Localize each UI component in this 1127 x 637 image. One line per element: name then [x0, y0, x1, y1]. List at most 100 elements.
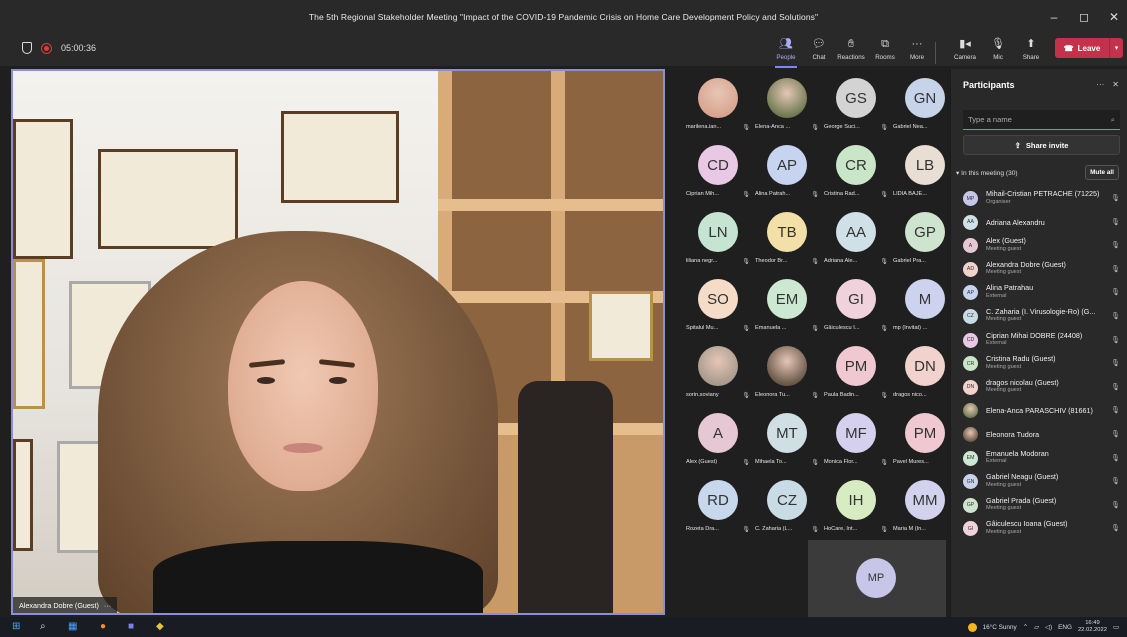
volume-icon[interactable]: ◁)	[1045, 623, 1052, 631]
app-icon[interactable]: ◆	[156, 620, 164, 634]
participant-row[interactable]: CR Cristina Radu (Guest) Meeting guest 🎙︎	[951, 352, 1127, 376]
avatar: CR	[836, 145, 876, 185]
gallery-tile[interactable]: CD Ciprian Mih... 🎙︎	[685, 140, 751, 204]
participant-row[interactable]: EM Emanuela Modoran External 🎙︎	[951, 447, 1127, 471]
camera-button[interactable]: ▮◂ Camera	[950, 37, 980, 65]
avatar: GI	[836, 279, 876, 319]
main-video-feed[interactable]: Alexandra Dobre (Guest) ···	[11, 69, 665, 615]
windows-start-icon[interactable]: ⊞	[12, 620, 20, 634]
gallery-tile[interactable]: CZ C. Zaharia (L... 🎙︎	[754, 475, 820, 539]
participant-row[interactable]: DN dragos nicolau (Guest) Meeting guest 🎙︎	[951, 376, 1127, 400]
system-tray: 16°C Sunny ⌃ ▱ ◁) ENG 16:49 22.02.2022 ▭	[967, 619, 1119, 635]
search-icon[interactable]: ⌕	[40, 620, 46, 634]
gallery-tile[interactable]: sorin.soviany 🎙︎	[685, 341, 751, 405]
gallery-tile[interactable]: RD Rozeta Dra... 🎙︎	[685, 475, 751, 539]
gallery-tile[interactable]: Eleonora Tu... 🎙︎	[754, 341, 820, 405]
avatar: GN	[963, 474, 978, 490]
rooms-button[interactable]: ⧉ Rooms	[870, 37, 900, 65]
gallery-tile[interactable]: A Alex (Guest) 🎙︎	[685, 408, 751, 472]
clock-time: 16:49	[1085, 620, 1100, 626]
gallery-tile[interactable]: PM Paula Badin... 🎙︎	[823, 341, 889, 405]
title-bar: The 5th Regional Stakeholder Meeting "Im…	[0, 0, 1127, 34]
participant-role: Meeting guest	[986, 387, 1022, 394]
gallery-tile[interactable]: Elena-Anca ... 🎙︎	[754, 73, 820, 137]
participant-name: Paula Badin...	[824, 392, 859, 398]
participant-row[interactable]: GI Gâiculescu Ioana (Guest) Meeting guest 🎙…	[951, 517, 1127, 541]
people-button[interactable]: 👥︎ People	[771, 37, 801, 68]
mic-button[interactable]: 🎙︎ Mic	[983, 37, 1013, 65]
weather-text[interactable]: 16°C Sunny	[983, 624, 1017, 631]
notification-icon[interactable]: ▭	[1113, 623, 1119, 631]
mute-all-button[interactable]: Mute all	[1085, 165, 1119, 180]
participant-row[interactable]: Elena-Anca PARASCHIV (81661) 🎙︎	[951, 399, 1127, 423]
participant-row[interactable]: CZ C. Zaharia (I. Virusologie-Ro) (G... Me…	[951, 305, 1127, 329]
windows-taskbar: ⊞ ⌕ ▦ ● ■ ◆ 16°C Sunny ⌃ ▱ ◁) ENG 16:49 …	[0, 617, 1127, 637]
participant-row[interactable]: A Alex (Guest) Meeting guest 🎙︎	[951, 234, 1127, 258]
gallery-tile-caption: Cristina Rad... 🎙︎	[823, 191, 889, 198]
gallery-tile-caption: HoCare, Int... 🎙︎	[823, 526, 889, 533]
gallery-tile[interactable]: MM Maria M (In...🎙︎	[892, 475, 958, 539]
participant-row[interactable]: AA Adriana Alexandru 🎙︎	[951, 211, 1127, 235]
browser-icon[interactable]: ●	[100, 620, 106, 634]
mic-muted-icon: 🎙︎	[1111, 478, 1120, 486]
language-indicator[interactable]: ENG	[1058, 624, 1072, 631]
gallery-tile[interactable]: AA Adriana Ale... 🎙︎	[823, 207, 889, 271]
gallery-tile[interactable]: GI Gâiculescu I... 🎙︎	[823, 274, 889, 338]
speaker-name-tag[interactable]: Alexandra Dobre (Guest) ···	[13, 597, 118, 613]
participant-row[interactable]: AP Alina Patrahau External 🎙︎	[951, 281, 1127, 305]
gallery-tile[interactable]: PM Pavel Mures...🎙︎	[892, 408, 958, 472]
leave-button[interactable]: ☎︎ Leave	[1055, 38, 1109, 58]
gallery-tile[interactable]: DN dragos nico...🎙︎	[892, 341, 958, 405]
teams-icon[interactable]: ■	[128, 620, 134, 634]
chat-button[interactable]: 💬︎ Chat	[804, 37, 834, 65]
close-icon[interactable]: ✕	[1112, 80, 1119, 89]
gallery-tile[interactable]: GP Gabriel Pra...🎙︎	[892, 207, 958, 271]
gallery-tile[interactable]: IH HoCare, Int... 🎙︎	[823, 475, 889, 539]
chevron-up-icon[interactable]: ⌃	[1023, 623, 1028, 631]
network-icon[interactable]: ▱	[1034, 623, 1039, 631]
gallery-tile[interactable]: GS George Suci... 🎙︎	[823, 73, 889, 137]
gallery-tile[interactable]: MT Mihaela To... 🎙︎	[754, 408, 820, 472]
more-icon[interactable]: ···	[1096, 80, 1104, 89]
panel-title: Participants	[963, 80, 1015, 90]
gallery-tile[interactable]: Mmp (Invitat) ...🎙︎	[892, 274, 958, 338]
reactions-button[interactable]: ✋︎ Reactions	[836, 37, 866, 65]
task-view-icon[interactable]: ▦	[68, 620, 77, 634]
participant-row[interactable]: Eleonora Tudora 🎙︎	[951, 423, 1127, 447]
gallery-tile[interactable]: CR Cristina Rad... 🎙︎	[823, 140, 889, 204]
gallery-tile[interactable]: GN Gabriel Nea...🎙︎	[892, 73, 958, 137]
participant-role: External	[986, 458, 1007, 465]
participant-row[interactable]: AD Alexandra Dobre (Guest) Meeting guest 🎙︎	[951, 258, 1127, 282]
participant-row[interactable]: CD Ciprian Mihai DOBRE (24408) External 🎙︎	[951, 329, 1127, 353]
gallery-tile[interactable]: LB LIDIA BAJE...🎙︎	[892, 140, 958, 204]
leave-dropdown[interactable]: ▾	[1109, 38, 1123, 58]
gallery-tile[interactable]: marilena.ian... 🎙︎	[685, 73, 751, 137]
gallery-tile[interactable]: TB Theodor Br... 🎙︎	[754, 207, 820, 271]
in-meeting-header[interactable]: ▾ In this meeting (30)	[956, 169, 1018, 177]
avatar: LN	[698, 212, 738, 252]
more-button[interactable]: ··· More	[902, 37, 932, 65]
clock[interactable]: 16:49 22.02.2022	[1078, 620, 1107, 634]
participant-row[interactable]: GN Gabriel Neagu (Guest) Meeting guest 🎙︎	[951, 470, 1127, 494]
share-invite-label: Share invite	[1025, 140, 1069, 150]
share-invite-button[interactable]: ⇪ Share invite	[963, 135, 1120, 155]
gallery-tile[interactable]: SO Spitalul Mu... 🎙︎	[685, 274, 751, 338]
maximize-icon[interactable]: ◻	[1077, 10, 1091, 24]
shield-icon[interactable]	[22, 42, 32, 54]
participant-name: LIDIA BAJE...	[893, 191, 927, 197]
participant-row[interactable]: MP Mihail-Cristian PETRACHE (71225) Organi…	[951, 187, 1127, 211]
gallery-tile[interactable]: EM Emanuela ... 🎙︎	[754, 274, 820, 338]
self-video-tile[interactable]: MP	[808, 540, 946, 617]
close-icon[interactable]: ✕	[1107, 10, 1121, 24]
participant-name: Theodor Br...	[755, 258, 788, 264]
gallery-tile[interactable]: AP Alina Patrah... 🎙︎	[754, 140, 820, 204]
avatar: GN	[905, 78, 945, 118]
gallery-tile[interactable]: LN liliana negr... 🎙︎	[685, 207, 751, 271]
gallery-tile[interactable]: MF Monica Flor... 🎙︎	[823, 408, 889, 472]
share-button[interactable]: ⬆ Share	[1016, 37, 1046, 65]
more-icon[interactable]: ···	[104, 601, 111, 610]
search-input[interactable]: Type a name ⌕	[963, 110, 1120, 130]
minimize-icon[interactable]: –	[1047, 10, 1061, 24]
participant-row[interactable]: GP Gabriel Prada (Guest) Meeting guest 🎙︎	[951, 494, 1127, 518]
participant-name: Gabriel Neagu (Guest)	[986, 472, 1059, 482]
